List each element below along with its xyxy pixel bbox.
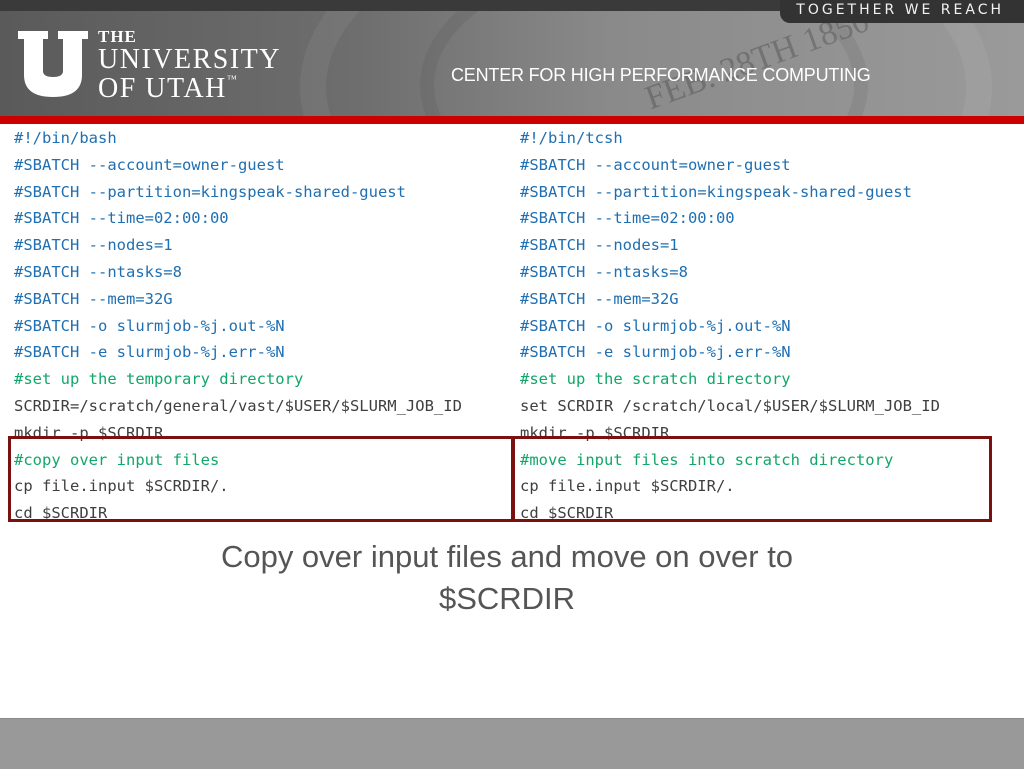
tagline-tab: TOGETHER WE REACH xyxy=(780,0,1024,23)
code-line: #SBATCH --account=owner-guest xyxy=(14,155,285,174)
logo-the: THE xyxy=(98,27,137,46)
red-accent-bar xyxy=(0,116,1024,124)
logo-of-utah-text: OF UTAH xyxy=(98,73,227,104)
caption-line-2: $SCRDIR xyxy=(438,581,576,616)
university-u-logo-icon xyxy=(18,31,88,97)
code-line: #SBATCH --nodes=1 xyxy=(14,236,173,255)
code-line: #SBATCH --nodes=1 xyxy=(520,236,679,255)
slide-footer xyxy=(0,718,1024,769)
code-line: #SBATCH --time=02:00:00 xyxy=(14,209,229,228)
tagline: TOGETHER WE REACH xyxy=(796,2,1004,18)
code-line: #SBATCH --time=02:00:00 xyxy=(520,209,735,228)
code-line: #SBATCH -o slurmjob-%j.out-%N xyxy=(520,316,791,335)
code-line: #!/bin/tcsh xyxy=(520,129,623,147)
code-line: #SBATCH --ntasks=8 xyxy=(14,262,182,281)
trademark-symbol: ™ xyxy=(226,74,239,85)
code-line: #SBATCH --partition=kingspeak-shared-gue… xyxy=(14,182,406,201)
code-line: #SBATCH -e slurmjob-%j.err-%N xyxy=(520,343,791,362)
center-title: CENTER FOR HIGH PERFORMANCE COMPUTING xyxy=(451,65,871,85)
code-line: #set up the scratch directory xyxy=(520,370,791,389)
code-line: #SBATCH --ntasks=8 xyxy=(520,262,688,281)
code-line: #SBATCH --partition=kingspeak-shared-gue… xyxy=(520,182,912,201)
code-line: SCRDIR=/scratch/general/vast/$USER/$SLUR… xyxy=(14,396,462,415)
code-line: #SBATCH --mem=32G xyxy=(520,289,679,308)
slide-header: FEB. 28TH 1850 THE UNIVERSITY OF UTAH™ C… xyxy=(0,11,1024,116)
code-line: set SCRDIR /scratch/local/$USER/$SLURM_J… xyxy=(520,396,940,415)
logo-university: UNIVERSITY xyxy=(98,44,281,75)
caption-line-1: Copy over input files and move on over t… xyxy=(220,539,794,574)
code-line: #SBATCH -e slurmjob-%j.err-%N xyxy=(14,343,285,362)
code-line: #SBATCH --mem=32G xyxy=(14,289,173,308)
highlight-box-tcsh xyxy=(512,436,992,522)
university-wordmark: THE UNIVERSITY OF UTAH™ xyxy=(98,28,281,103)
code-line: #set up the temporary directory xyxy=(14,370,304,389)
code-line: #SBATCH --account=owner-guest xyxy=(520,155,791,174)
slide-caption: Copy over input files and move on over t… xyxy=(0,536,1014,620)
code-line: #SBATCH -o slurmjob-%j.out-%N xyxy=(14,316,285,335)
logo-of-utah: OF UTAH™ xyxy=(98,75,281,103)
code-line: #!/bin/bash xyxy=(14,129,117,147)
highlight-box-bash xyxy=(8,436,514,522)
